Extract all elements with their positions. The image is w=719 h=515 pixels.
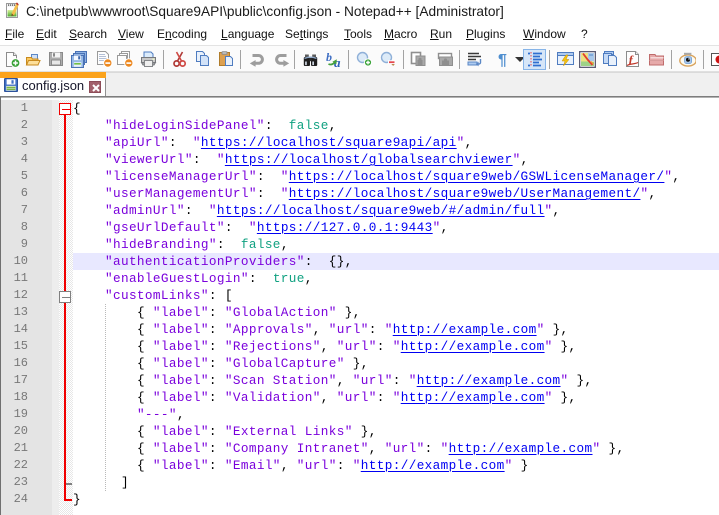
svg-text:¶: ¶ bbox=[498, 52, 507, 68]
svg-text:b: b bbox=[326, 51, 332, 64]
